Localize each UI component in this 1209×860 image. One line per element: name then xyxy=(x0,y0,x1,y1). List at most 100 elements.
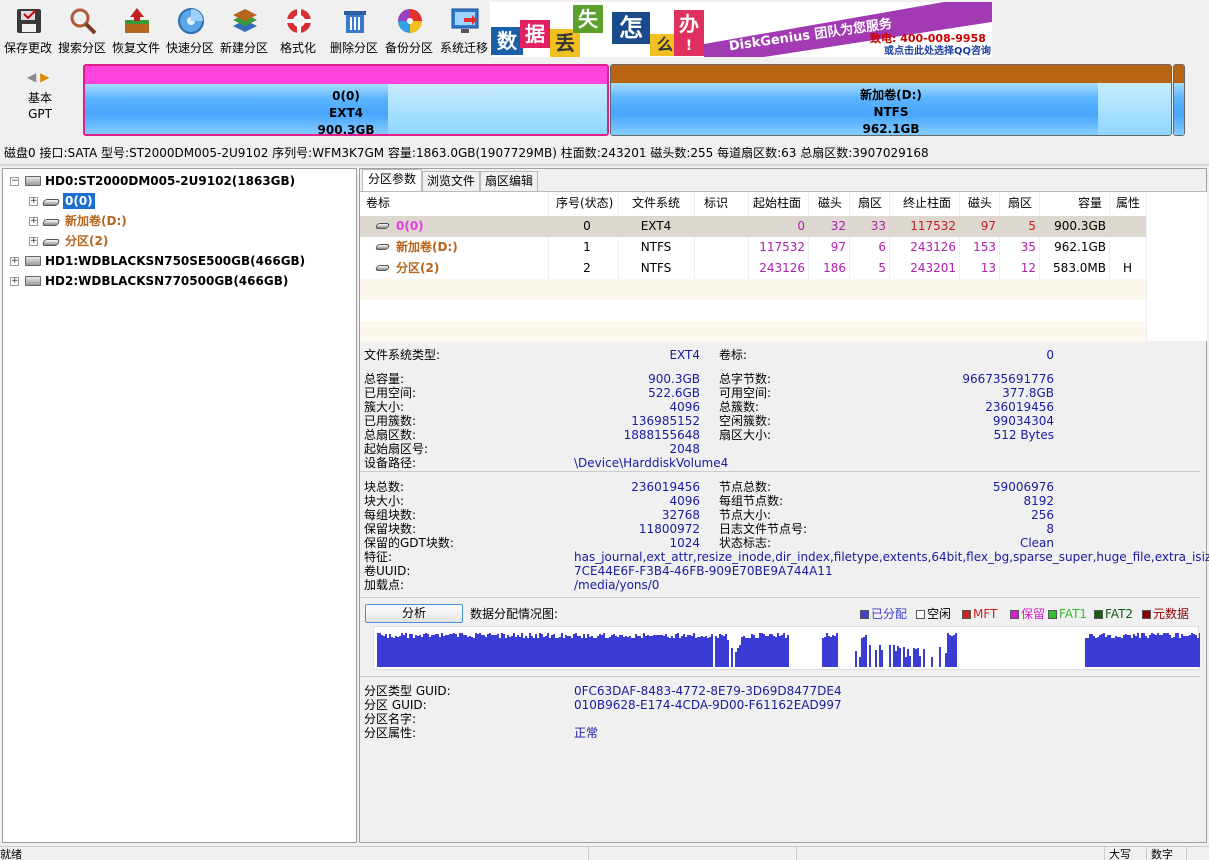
col-header-start-cyl[interactable]: 起始柱面 xyxy=(753,192,801,214)
allocation-bar xyxy=(657,635,659,667)
partition-block-0[interactable]: 0(0) EXT4 900.3GB xyxy=(83,64,609,136)
expand-icon[interactable]: + xyxy=(29,217,38,226)
col-header-label[interactable]: 卷标 xyxy=(366,192,390,214)
col-header-id[interactable]: 标识 xyxy=(704,192,728,214)
col-header-end-cyl[interactable]: 终止柱面 xyxy=(903,192,951,214)
disk-type-basic: 基本 xyxy=(27,91,52,105)
disk-nav[interactable]: ◀ ▶ xyxy=(27,70,49,84)
backup-partition-button[interactable]: 备份分区 xyxy=(381,4,437,56)
section-divider xyxy=(360,471,1200,472)
table-cell[interactable]: 35 xyxy=(999,237,1036,257)
tree-disk-2[interactable]: HD2:WDBLACKSN770500GB(466GB) xyxy=(45,273,288,289)
tab-partition-params[interactable]: 分区参数 xyxy=(362,169,422,191)
table-cell[interactable]: 32 xyxy=(808,216,846,236)
next-disk-icon[interactable]: ▶ xyxy=(40,70,49,84)
table-cell[interactable]: 153 xyxy=(959,237,996,257)
table-cell[interactable]: H xyxy=(1109,258,1146,278)
search-partition-button[interactable]: 搜索分区 xyxy=(54,4,110,56)
table-cell[interactable]: 117532 xyxy=(748,237,805,257)
partition-block-1[interactable]: 新加卷(D:) NTFS 962.1GB xyxy=(610,64,1172,136)
table-cell[interactable]: 243126 xyxy=(748,258,805,278)
table-cell[interactable]: 0 xyxy=(748,216,805,236)
allocation-bar xyxy=(1163,633,1165,667)
tree-partition-2[interactable]: 分区(2) xyxy=(65,233,108,249)
prev-disk-icon[interactable]: ◀ xyxy=(27,70,36,84)
table-cell[interactable]: 13 xyxy=(959,258,996,278)
tree-partition-0[interactable]: 0(0) xyxy=(63,193,95,209)
expand-icon[interactable]: + xyxy=(10,257,19,266)
table-cell[interactable]: EXT4 xyxy=(618,216,694,236)
tab-browse-files[interactable]: 浏览文件 xyxy=(422,171,480,191)
allocation-bar xyxy=(1147,638,1149,667)
table-cell[interactable]: 5 xyxy=(849,258,886,278)
col-header-attr[interactable]: 属性 xyxy=(1116,192,1140,214)
col-header-fs[interactable]: 文件系统 xyxy=(632,192,680,214)
allocation-bar xyxy=(541,634,543,667)
quick-partition-button[interactable]: 快速分区 xyxy=(162,4,218,56)
table-cell[interactable]: NTFS xyxy=(618,237,694,257)
table-cell[interactable]: 0 xyxy=(556,216,618,236)
table-cell[interactable]: 2 xyxy=(556,258,618,278)
new-partition-icon xyxy=(230,6,260,36)
col-header-sector[interactable]: 扇区 xyxy=(858,192,882,214)
table-cell[interactable]: 1 xyxy=(556,237,618,257)
allocation-bar xyxy=(711,634,713,667)
detail-label: 状态标志: xyxy=(719,536,772,550)
table-cell[interactable]: 新加卷(D:) xyxy=(396,237,458,257)
expand-icon[interactable]: + xyxy=(10,277,19,286)
table-cell[interactable]: 33 xyxy=(849,216,886,236)
partition-block-2[interactable] xyxy=(1173,64,1185,136)
col-header-head[interactable]: 磁头 xyxy=(818,192,842,214)
expand-icon[interactable]: + xyxy=(29,237,38,246)
table-cell[interactable]: 分区(2) xyxy=(396,258,439,278)
mount-label: 加载点: xyxy=(364,578,405,592)
table-cell[interactable]: 12 xyxy=(999,258,1036,278)
partition-block-1-text: 新加卷(D:) NTFS 962.1GB xyxy=(611,87,1171,135)
tree-disk-1[interactable]: HD1:WDBLACKSN750SE500GB(466GB) xyxy=(45,253,305,269)
table-cell[interactable]: 186 xyxy=(808,258,846,278)
allocation-bar xyxy=(1131,638,1133,667)
allocation-bar xyxy=(653,635,655,667)
analyze-button[interactable]: 分析 xyxy=(365,604,463,623)
table-cell[interactable]: 117532 xyxy=(889,216,956,236)
delete-partition-button[interactable]: 删除分区 xyxy=(326,4,382,56)
table-cell[interactable]: 243126 xyxy=(889,237,956,257)
table-cell[interactable]: 5 xyxy=(999,216,1036,236)
col-header-end-sector[interactable]: 扇区 xyxy=(1008,192,1032,214)
banner-char: 据 xyxy=(520,20,550,48)
format-icon xyxy=(284,6,314,36)
table-cell[interactable]: 97 xyxy=(808,237,846,257)
allocation-bar xyxy=(587,634,589,667)
col-header-capacity[interactable]: 容量 xyxy=(1078,192,1102,214)
allocation-bar xyxy=(861,638,863,667)
allocation-bar xyxy=(597,636,599,667)
allocation-bar xyxy=(505,638,507,667)
tree-partition-1[interactable]: 新加卷(D:) xyxy=(65,213,127,229)
table-cell[interactable]: 962.1GB xyxy=(1039,237,1106,257)
table-cell[interactable]: NTFS xyxy=(618,258,694,278)
collapse-icon[interactable]: − xyxy=(10,177,19,186)
recover-files-button[interactable]: 恢复文件 xyxy=(108,4,164,56)
save-button[interactable]: 保存更改 xyxy=(0,4,56,56)
expand-icon[interactable]: + xyxy=(29,197,38,206)
new-partition-button[interactable]: 新建分区 xyxy=(216,4,272,56)
format-button[interactable]: 格式化 xyxy=(270,4,326,56)
table-cell[interactable]: 900.3GB xyxy=(1039,216,1106,236)
allocation-bar xyxy=(828,636,830,667)
table-cell[interactable]: 97 xyxy=(959,216,996,236)
ad-banner[interactable]: 数 据 丢 失 怎 么 办 ! DiskGenius 团队为您服务 致电: 40… xyxy=(490,2,992,57)
allocation-bar xyxy=(595,638,597,667)
allocation-bar xyxy=(641,638,643,667)
detail-label: 节点总数: xyxy=(719,480,772,494)
table-cell[interactable]: 583.0MB xyxy=(1039,258,1106,278)
tree-disk-0[interactable]: HD0:ST2000DM005-2U9102(1863GB) xyxy=(45,173,295,189)
tab-sector-edit[interactable]: 扇区编辑 xyxy=(480,171,538,191)
table-cell[interactable]: 243201 xyxy=(889,258,956,278)
col-header-index[interactable]: 序号(状态) xyxy=(556,192,613,214)
system-migrate-button[interactable]: 系统迁移 xyxy=(436,4,492,56)
col-header-end-head[interactable]: 磁头 xyxy=(968,192,992,214)
search-icon xyxy=(68,6,98,36)
table-cell[interactable]: 0(0) xyxy=(396,216,424,236)
table-cell[interactable]: 6 xyxy=(849,237,886,257)
allocation-map-graph xyxy=(377,633,1203,667)
